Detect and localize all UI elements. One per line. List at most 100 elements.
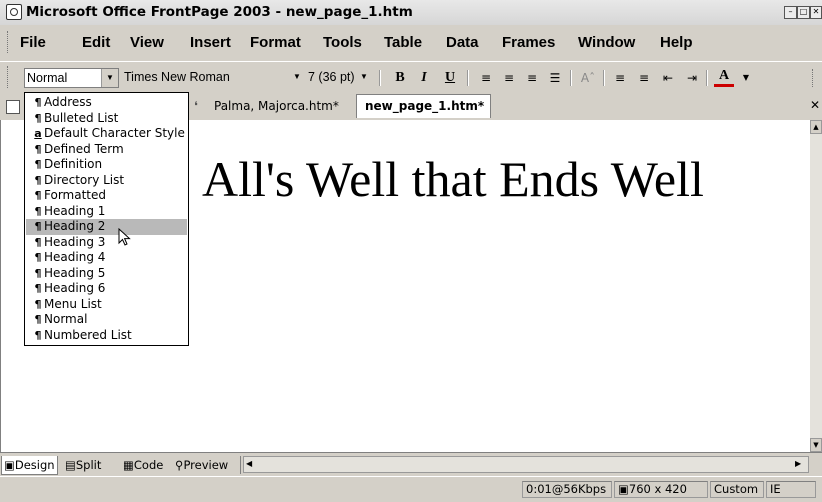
italic-button[interactable]: I [414, 68, 434, 88]
close-icon[interactable]: ✕ [810, 98, 820, 112]
decrease-indent-icon[interactable]: ⇤ [658, 68, 678, 88]
style-option[interactable]: ¶ Defined Term [26, 142, 187, 158]
style-option[interactable]: ¶ Address [26, 95, 187, 111]
style-combobox[interactable]: Normal ▼ [24, 68, 119, 88]
style-option[interactable]: ¶ Directory List [26, 173, 187, 189]
view-bar-divider [240, 456, 241, 474]
align-center-icon[interactable]: ≡ [499, 68, 519, 88]
character-style-icon: a [34, 127, 42, 140]
bold-button[interactable]: B [390, 68, 410, 88]
vertical-scrollbar[interactable]: ▲ ▼ [810, 120, 822, 452]
style-option[interactable]: ¶ Heading 6 [26, 281, 187, 297]
paragraph-mark-icon: ¶ [34, 328, 42, 342]
menu-help[interactable]: Help [660, 34, 693, 51]
status-page-size[interactable]: ▣760 x 420 [614, 481, 708, 498]
page-icon [6, 100, 20, 114]
font-color-button[interactable]: A [714, 68, 734, 87]
style-option[interactable]: ¶ Normal [26, 312, 187, 328]
underline-button[interactable]: U [440, 68, 460, 88]
numbered-list-icon[interactable]: ≡ [610, 68, 630, 88]
chevron-down-icon[interactable]: ▼ [101, 69, 118, 87]
close-window-icon[interactable]: ✕ [810, 6, 822, 19]
paragraph-mark-icon: ¶ [34, 111, 42, 125]
tab-new-page-1[interactable]: new_page_1.htm* [356, 94, 492, 118]
paragraph-mark-icon: ¶ [34, 297, 42, 311]
chevron-down-icon[interactable]: ▼ [356, 68, 372, 86]
style-option[interactable]: a Default Character Style [26, 126, 187, 142]
align-right-icon[interactable]: ≡ [522, 68, 542, 88]
font-value: Times New Roman [124, 70, 230, 84]
menu-table[interactable]: Table [384, 34, 422, 51]
tab-split[interactable]: ▤Split [63, 456, 103, 474]
style-dropdown-list[interactable]: ¶ Address ¶ Bulleted List a Default Charact… [24, 92, 189, 346]
style-option[interactable]: ¶ Formatted [26, 188, 187, 204]
font-size-value: 7 (36 pt) [308, 70, 355, 84]
bulleted-list-icon[interactable]: ≡ [634, 68, 654, 88]
menu-frames[interactable]: Frames [502, 34, 555, 51]
style-option[interactable]: ¶ Heading 5 [26, 266, 187, 282]
menu-insert[interactable]: Insert [190, 34, 231, 51]
increase-indent-icon[interactable]: ⇥ [682, 68, 702, 88]
style-option[interactable]: ¶ Heading 1 [26, 204, 187, 220]
style-option[interactable]: ¶ Numbered List [26, 328, 187, 344]
style-option[interactable]: ¶ Menu List [26, 297, 187, 313]
toolbar-separator [570, 70, 572, 86]
status-browser[interactable]: IE [766, 481, 816, 498]
paragraph-mark-icon: ¶ [34, 282, 42, 295]
toolbar-separator [706, 70, 708, 86]
paragraph-mark-icon: ¶ [34, 142, 42, 156]
font-size-combobox[interactable]: 7 (36 pt) ▼ [306, 68, 372, 88]
scroll-left-icon[interactable]: ◀ [246, 459, 252, 468]
chevron-down-icon[interactable]: ▼ [736, 68, 756, 88]
scroll-up-icon[interactable]: ▲ [810, 120, 822, 134]
style-option-selected[interactable]: ¶ Heading 2 [26, 219, 187, 235]
scroll-right-icon[interactable]: ▶ [795, 459, 801, 468]
style-option[interactable]: ¶ Definition [26, 157, 187, 173]
design-icon: ▣ [4, 458, 15, 472]
chevron-down-icon[interactable]: ▼ [289, 68, 305, 86]
page-size-icon: ▣ [618, 482, 629, 496]
style-option[interactable]: ¶ Heading 3 [26, 235, 187, 251]
menu-bar: File Edit View Insert Format Tools Table… [0, 25, 822, 59]
menu-format[interactable]: Format [250, 34, 301, 51]
paragraph-mark-icon: ¶ [34, 96, 42, 109]
menu-data[interactable]: Data [446, 34, 479, 51]
style-option[interactable]: ¶ Bulleted List [26, 111, 187, 127]
menu-grip[interactable] [7, 31, 11, 53]
paragraph-mark-icon: ¶ [34, 313, 42, 326]
font-combobox[interactable]: Times New Roman ▼ [122, 68, 305, 88]
tab-preview[interactable]: ⚲Preview [173, 456, 230, 474]
split-icon: ▤ [65, 458, 76, 472]
tab-separator-icon: ❛ [194, 99, 198, 113]
style-option[interactable]: ¶ Heading 4 [26, 250, 187, 266]
view-bar: ▣Design ▤Split ▦Code ⚲Preview ◀ ▶ [0, 452, 822, 477]
align-left-icon[interactable]: ≡ [476, 68, 496, 88]
menu-view[interactable]: View [130, 34, 164, 51]
toolbar-end-grip [812, 69, 816, 87]
paragraph-mark-icon: ¶ [34, 235, 42, 249]
status-mode[interactable]: Custom [710, 481, 764, 498]
increase-font-size-icon[interactable]: Aˆ [578, 68, 598, 88]
code-icon: ▦ [123, 458, 134, 472]
page-heading[interactable]: All's Well that Ends Well [202, 150, 704, 208]
toolbar-separator [467, 70, 469, 86]
menu-edit[interactable]: Edit [82, 34, 110, 51]
status-download-speed[interactable]: 0:01@56Kbps [522, 481, 612, 498]
minimize-icon[interactable]: – [784, 6, 797, 19]
tab-code[interactable]: ▦Code [121, 456, 165, 474]
menu-window[interactable]: Window [578, 34, 635, 51]
restore-icon[interactable]: □ [797, 6, 810, 19]
menu-file[interactable]: File [20, 34, 46, 51]
frontpage-app-icon[interactable] [6, 4, 22, 20]
horizontal-scrollbar[interactable]: ◀ ▶ [243, 456, 809, 473]
arrow-cursor-icon [118, 228, 131, 246]
toolbar-grip[interactable] [7, 66, 11, 88]
justify-icon[interactable]: ☰ [545, 68, 565, 88]
scroll-down-icon[interactable]: ▼ [810, 438, 822, 452]
tab-design[interactable]: ▣Design [1, 456, 58, 475]
paragraph-mark-icon: ¶ [34, 251, 42, 264]
menu-tools[interactable]: Tools [323, 34, 362, 51]
formatting-toolbar: Normal ▼ Times New Roman ▼ 7 (36 pt) ▼ B… [0, 61, 822, 93]
tab-palma-majorca[interactable]: Palma, Majorca.htm* [214, 99, 339, 113]
title-bar: Microsoft Office FrontPage 2003 - new_pa… [0, 0, 822, 26]
